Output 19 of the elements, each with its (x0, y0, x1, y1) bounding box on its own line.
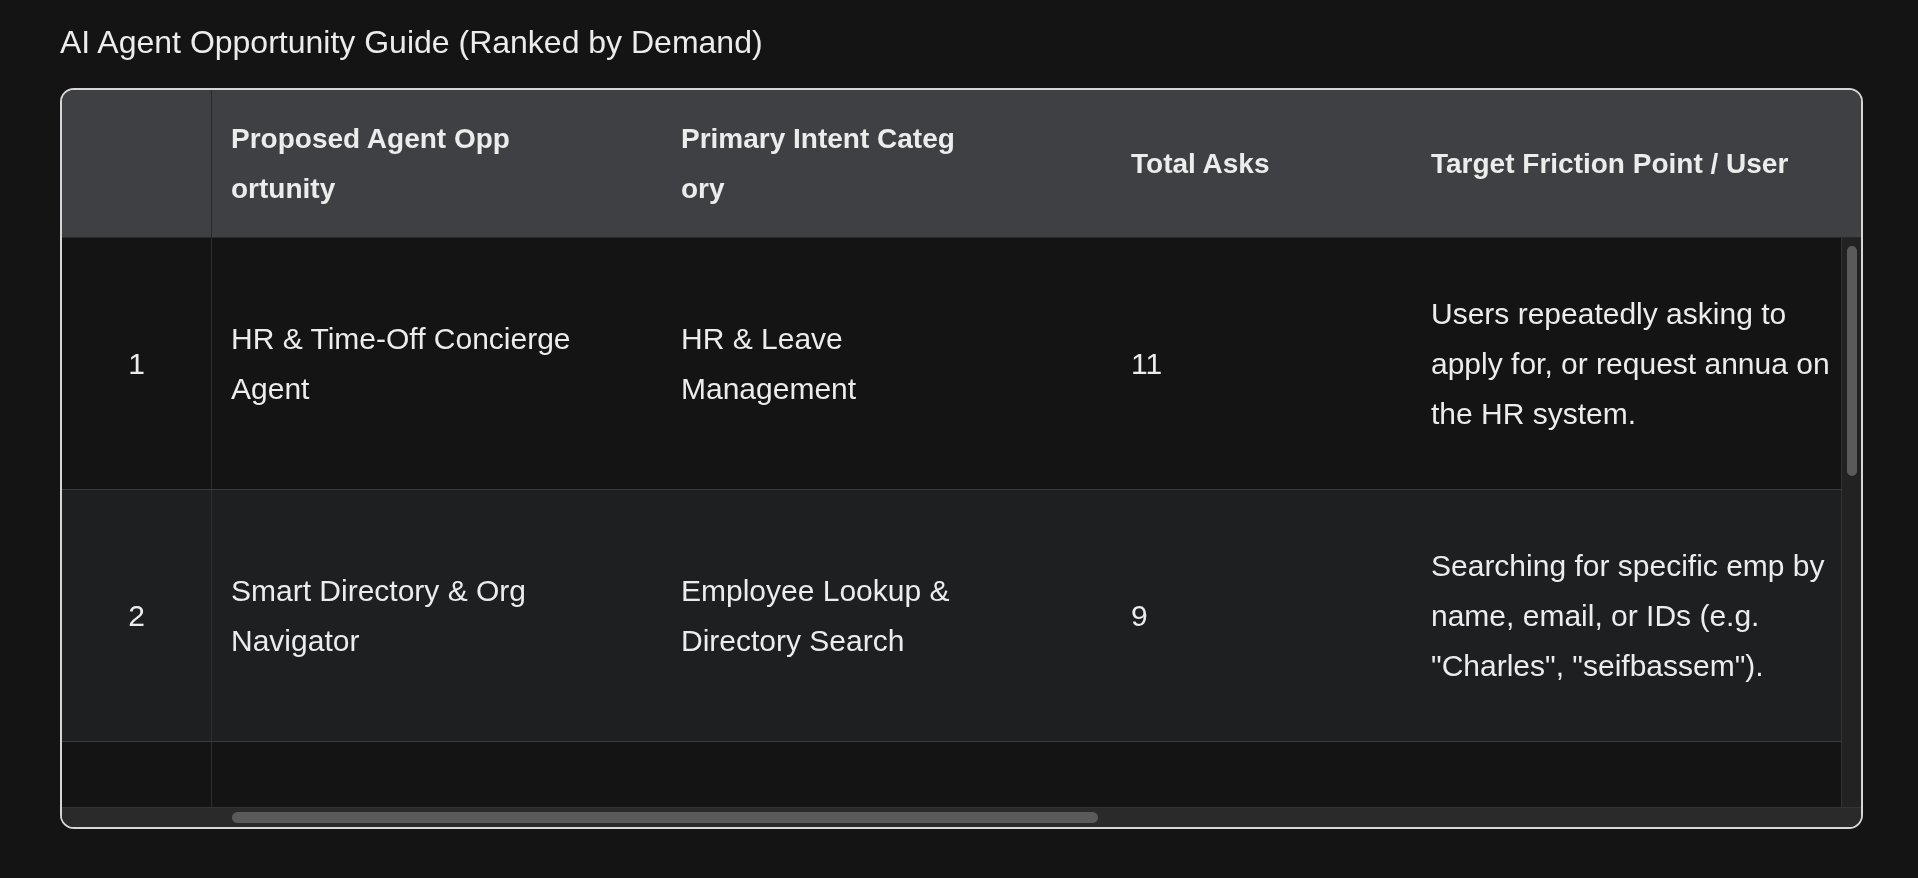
vertical-scrollbar[interactable] (1841, 238, 1861, 807)
column-header: Target Friction Point / User (1430, 146, 1790, 181)
column-header: Proposed Agent Opportunity (230, 121, 511, 206)
row-number: 1 (62, 238, 212, 489)
page-title: AI Agent Opportunity Guide (Ranked by Demand) (60, 23, 764, 62)
column-header: Primary Intent Category (680, 121, 956, 206)
table-cell-text: Searching for specific emp by name, email, or IDs (e.g. "Charles", "seifbassem"). (1430, 547, 1826, 684)
table-cell-text: Employee Lookup & Directory Search (680, 572, 951, 659)
row-number: 2 (62, 490, 212, 741)
table-cell-text: HR & Time-Off Concierge Agent (230, 320, 572, 407)
scrollbar-thumb[interactable] (1846, 246, 1857, 476)
table-cell-text: 11 (1130, 345, 1164, 382)
table-cell-text: HR & Leave Management (680, 320, 858, 407)
table-cell-text: Users repeatedly asking to apply for, or request annua on the HR system. (1430, 295, 1831, 432)
horizontal-scrollbar[interactable] (62, 807, 1861, 827)
table-cell-text: Smart Directory & Org Navigator (230, 572, 528, 659)
column-header: Total Asks (1130, 146, 1271, 181)
table-cell-text: 9 (1130, 597, 1149, 634)
scrollbar-thumb[interactable] (232, 812, 1098, 823)
